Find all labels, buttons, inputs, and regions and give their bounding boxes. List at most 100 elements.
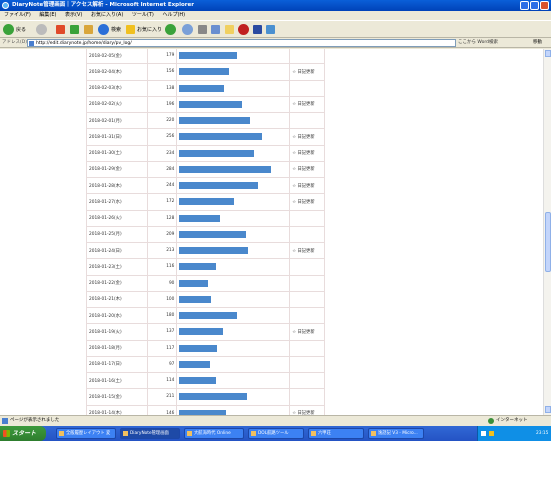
- pv-bar: [179, 198, 235, 206]
- date-cell: 2018-01-20(水): [86, 306, 148, 325]
- task-button[interactable]: 大航海時代 Online: [184, 428, 244, 439]
- back-arrow-icon[interactable]: [3, 24, 14, 35]
- start-button[interactable]: スタート: [0, 426, 46, 441]
- table-row: 2018-01-14(木) 146 ☆ 日記更新: [86, 404, 325, 415]
- update-cell: [289, 209, 325, 227]
- clock: 23:15: [536, 431, 549, 436]
- tray-icon[interactable]: [481, 431, 486, 436]
- pv-bar: [179, 328, 224, 336]
- forward-arrow-icon[interactable]: [36, 24, 47, 35]
- pv-bar: [179, 295, 212, 303]
- bar-cell: [176, 371, 291, 390]
- window-titlebar: DiaryNote管理画面｜アクセス解析 - Microsoft Interne…: [0, 0, 551, 11]
- pv-bar: [179, 393, 248, 401]
- table-row: 2018-01-20(水) 180: [86, 306, 325, 325]
- print-icon[interactable]: [198, 25, 207, 34]
- scroll-up-icon[interactable]: [545, 50, 551, 57]
- word-search-field[interactable]: ここから Word検索: [458, 39, 498, 47]
- search-icon[interactable]: [98, 24, 109, 35]
- edit-icon[interactable]: [211, 25, 220, 34]
- count-cell: 117: [146, 339, 178, 357]
- go-button[interactable]: 移動: [533, 39, 542, 47]
- menu-favorites[interactable]: お気に入り(A): [91, 12, 123, 18]
- volume-icon[interactable]: [489, 431, 494, 436]
- page-done-icon: [2, 418, 8, 424]
- date-cell: 2018-02-04(木): [86, 63, 148, 81]
- count-cell: 220: [146, 111, 178, 130]
- task-button[interactable]: DOL航路ツール: [248, 428, 304, 439]
- task-button[interactable]: 六甲荘: [308, 428, 364, 439]
- close-button[interactable]: [540, 1, 549, 10]
- favorites-star-icon[interactable]: [126, 25, 135, 34]
- menu-tools[interactable]: ツール(T): [132, 12, 154, 18]
- history-icon[interactable]: [165, 24, 176, 35]
- messenger-icon[interactable]: [253, 25, 262, 34]
- menu-help[interactable]: ヘルプ(H): [162, 12, 185, 18]
- table-row: 2018-01-25(月) 209: [86, 225, 325, 244]
- table-row: 2018-01-30(土) 234 ☆ 日記更新: [86, 144, 325, 162]
- date-cell: 2018-01-15(金): [86, 388, 148, 406]
- menu-file[interactable]: ファイル(F): [4, 12, 31, 18]
- address-input[interactable]: http://edit.diarynote.jp/home/diary/pv_l…: [27, 39, 456, 47]
- window-icon: [187, 431, 192, 436]
- update-cell: [289, 111, 325, 130]
- count-cell: 180: [146, 306, 178, 325]
- table-row: 2018-02-04(木) 156 ☆ 日記更新: [86, 63, 325, 81]
- update-cell: [289, 49, 325, 65]
- task-label: 逸話記 V3 - Micro...: [378, 431, 418, 436]
- update-cell: [289, 274, 325, 292]
- vertical-scrollbar[interactable]: [543, 49, 551, 415]
- menu-view[interactable]: 表示(V): [65, 12, 82, 18]
- tool-icon[interactable]: [266, 25, 275, 34]
- pv-bar: [179, 133, 263, 141]
- stop-icon[interactable]: [56, 25, 65, 34]
- update-cell: [289, 355, 325, 374]
- search-button-label[interactable]: 検索: [111, 24, 121, 36]
- date-cell: 2018-02-02(火): [86, 95, 148, 114]
- scroll-thumb[interactable]: [545, 212, 551, 272]
- task-button[interactable]: 全般履歴レイアウト 変: [56, 428, 116, 439]
- count-cell: 90: [146, 274, 178, 292]
- date-cell: 2018-01-21(木): [86, 290, 148, 309]
- bar-cell: [176, 388, 291, 406]
- back-button-label[interactable]: 戻る: [16, 24, 26, 36]
- system-tray: 23:15: [477, 426, 551, 441]
- table-row: 2018-01-21(木) 100: [86, 290, 325, 309]
- count-cell: 234: [146, 144, 178, 162]
- minimize-button[interactable]: [520, 1, 529, 10]
- plugin-icon[interactable]: [238, 24, 249, 35]
- pv-bar: [179, 279, 209, 287]
- address-url: http://edit.diarynote.jp/home/diary/pv_l…: [36, 41, 132, 46]
- zone-text: インターネット: [496, 418, 528, 423]
- menu-bar: ファイル(F) 編集(E) 表示(V) お気に入り(A) ツール(T) ヘルプ(…: [0, 11, 551, 20]
- page-icon: [29, 41, 34, 46]
- update-cell: ☆ 日記更新: [289, 160, 325, 179]
- update-cell: ☆ 日記更新: [289, 95, 325, 114]
- mail-icon[interactable]: [182, 24, 193, 35]
- date-cell: 2018-01-22(金): [86, 274, 148, 292]
- window-title: DiaryNote管理画面｜アクセス解析 - Microsoft Interne…: [12, 2, 194, 8]
- folder-icon[interactable]: [225, 25, 234, 34]
- maximize-button[interactable]: [530, 1, 539, 10]
- window-icon: [59, 431, 64, 436]
- menu-edit[interactable]: 編集(E): [39, 12, 56, 18]
- scroll-down-icon[interactable]: [545, 406, 551, 413]
- task-button[interactable]: 逸話記 V3 - Micro...: [368, 428, 424, 439]
- refresh-icon[interactable]: [70, 25, 79, 34]
- bar-cell: [176, 258, 291, 276]
- count-cell: 284: [146, 160, 178, 179]
- favorites-button-label[interactable]: お気に入り: [137, 24, 162, 36]
- update-cell: [289, 290, 325, 309]
- date-cell: 2018-01-23(土): [86, 258, 148, 276]
- count-cell: 137: [146, 323, 178, 341]
- pv-bar: [179, 377, 217, 385]
- table-row: 2018-01-17(日) 97: [86, 355, 325, 374]
- count-cell: 244: [146, 176, 178, 195]
- update-cell: [289, 306, 325, 325]
- home-icon[interactable]: [84, 25, 93, 34]
- date-cell: 2018-01-27(水): [86, 193, 148, 211]
- table-row: 2018-02-03(水) 138: [86, 79, 325, 97]
- pv-bar: [179, 182, 259, 190]
- task-button[interactable]: DiaryNote管理画面: [120, 428, 180, 439]
- pv-bar: [179, 214, 221, 222]
